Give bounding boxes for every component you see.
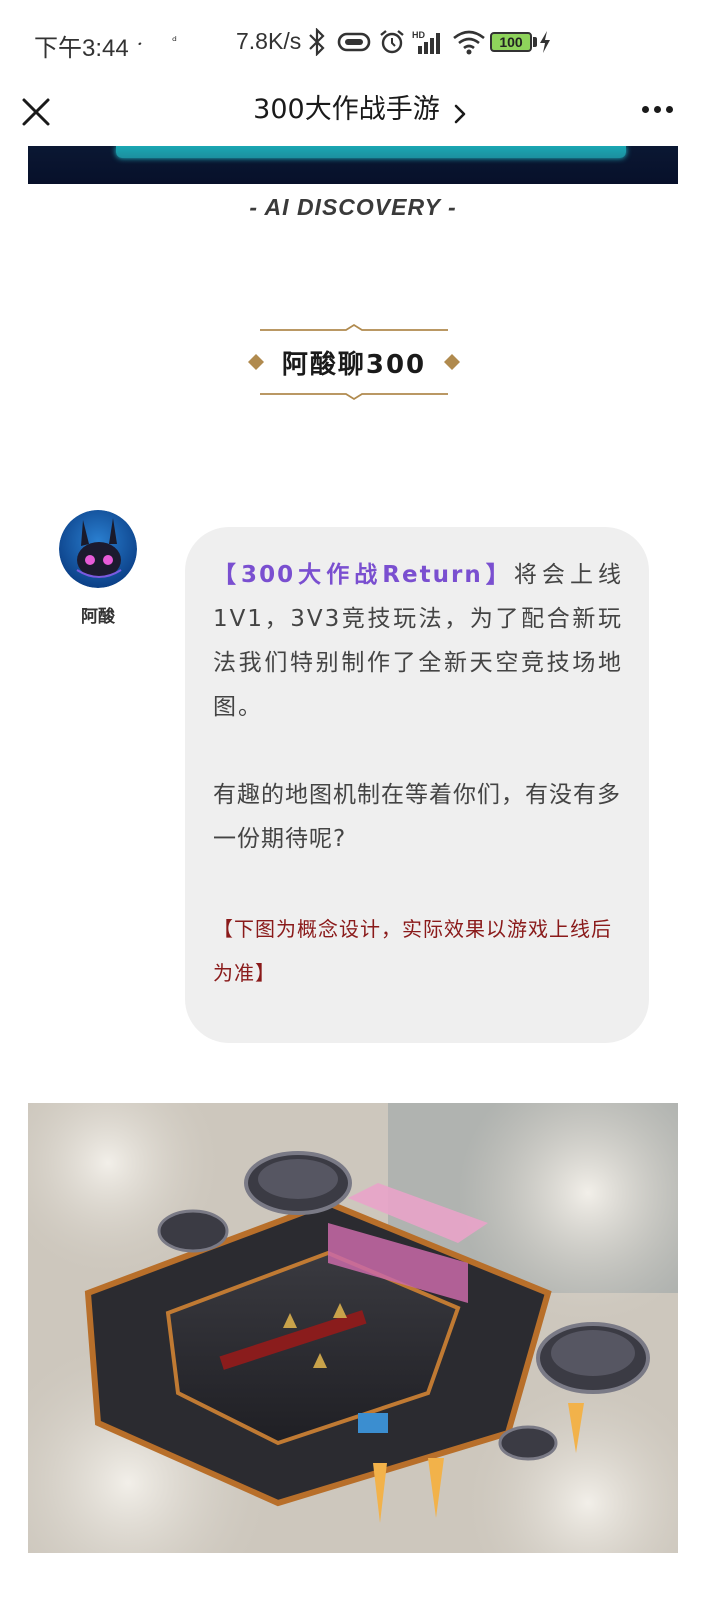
top-banner-image xyxy=(28,146,678,184)
close-icon xyxy=(22,98,50,126)
account-title-link[interactable]: 300大作战手游 xyxy=(140,90,580,130)
ai-discovery-caption: - AI DISCOVERY - xyxy=(249,194,457,220)
page-title: 300大作战手游 xyxy=(253,94,440,125)
battery-icon: 100 xyxy=(490,32,532,52)
alarm-icon xyxy=(380,30,404,54)
hd-signal-icon: HD xyxy=(412,30,440,54)
status-notification-icon-2: ᵈ xyxy=(172,34,177,48)
message-note: 【下图为概念设计，实际效果以游戏上线后为准】 xyxy=(213,917,612,985)
banner-glow-bar xyxy=(116,146,626,158)
section-heading: 阿酸聊300 xyxy=(246,322,462,402)
charging-icon xyxy=(540,31,550,53)
close-button[interactable] xyxy=(18,86,54,134)
more-icon-dot xyxy=(666,106,673,113)
nav-bar: 300大作战手游 xyxy=(0,80,720,146)
network-speed: 7.8K/s xyxy=(236,28,302,54)
message-paragraph-2: 有趣的地图机制在等着你们，有没有多一份期待呢? xyxy=(213,782,621,852)
more-button[interactable] xyxy=(636,90,680,130)
vibrate-icon xyxy=(337,32,371,52)
chevron-right-icon xyxy=(454,104,466,123)
bluetooth-icon xyxy=(309,28,325,56)
message-paragraph-1: 【300大作战Return】将会上线1V1，3V3竞技玩法，为了配合新玩法我们特… xyxy=(213,553,623,729)
wifi-icon xyxy=(453,30,485,55)
author-name: 阿酸 xyxy=(81,607,115,627)
svg-text:HD: HD xyxy=(412,30,425,40)
more-icon xyxy=(642,106,649,113)
more-icon-dot xyxy=(654,106,661,113)
status-notification-icon: 𝅘 xyxy=(138,34,142,48)
message-bubble: 【300大作战Return】将会上线1V1，3V3竞技玩法，为了配合新玩法我们特… xyxy=(185,527,649,1043)
sky-arena-illustration xyxy=(28,1103,678,1553)
status-time: 下午3:44 xyxy=(34,35,129,62)
section-title: 阿酸聊300 xyxy=(281,350,427,380)
status-bar: 下午3:44 𝅘 ᵈ 7.8K/s HD 100 xyxy=(0,0,720,80)
message-highlight: 【300大作战Return】 xyxy=(213,562,514,588)
battery-tip xyxy=(533,37,537,47)
avatar[interactable] xyxy=(59,510,137,588)
sky-arena-concept-image[interactable] xyxy=(28,1103,678,1553)
avatar-image xyxy=(59,510,137,588)
